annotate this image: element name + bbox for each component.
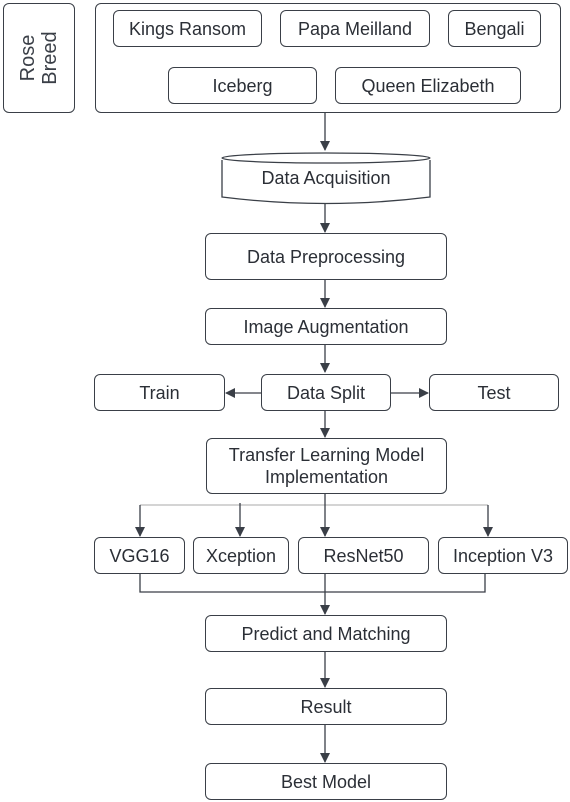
best-model: Best Model [205,763,447,800]
model-xception: Xception [193,537,289,574]
breed-queen-elizabeth: Queen Elizabeth [335,67,521,104]
data-split: Data Split [261,374,391,411]
model-vgg16: VGG16 [94,537,185,574]
breed-kings-ransom: Kings Ransom [113,10,262,47]
rose-breed-label-box: Rose Breed [3,3,75,113]
merge-line [139,574,486,593]
test: Test [429,374,559,411]
data-acquisition: Data Acquisition [261,168,391,188]
result: Result [205,688,447,725]
breed-papa-meilland: Papa Meilland [280,10,430,47]
breed-iceberg: Iceberg [168,67,317,104]
train: Train [94,374,225,411]
model-inception-v3: Inception V3 [438,537,568,574]
image-augmentation: Image Augmentation [205,308,447,345]
transfer-learning-model-implementation: Transfer Learning Model Implementation [206,438,447,494]
flowchart: Rose Breed Kings Ransom Papa Meilland Be… [0,0,570,802]
data-preprocessing: Data Preprocessing [205,233,447,280]
breed-bengali: Bengali [448,10,541,47]
predict-and-matching: Predict and Matching [205,615,447,652]
rose-breed-label: Rose Breed [17,31,61,85]
model-resnet50: ResNet50 [298,537,429,574]
